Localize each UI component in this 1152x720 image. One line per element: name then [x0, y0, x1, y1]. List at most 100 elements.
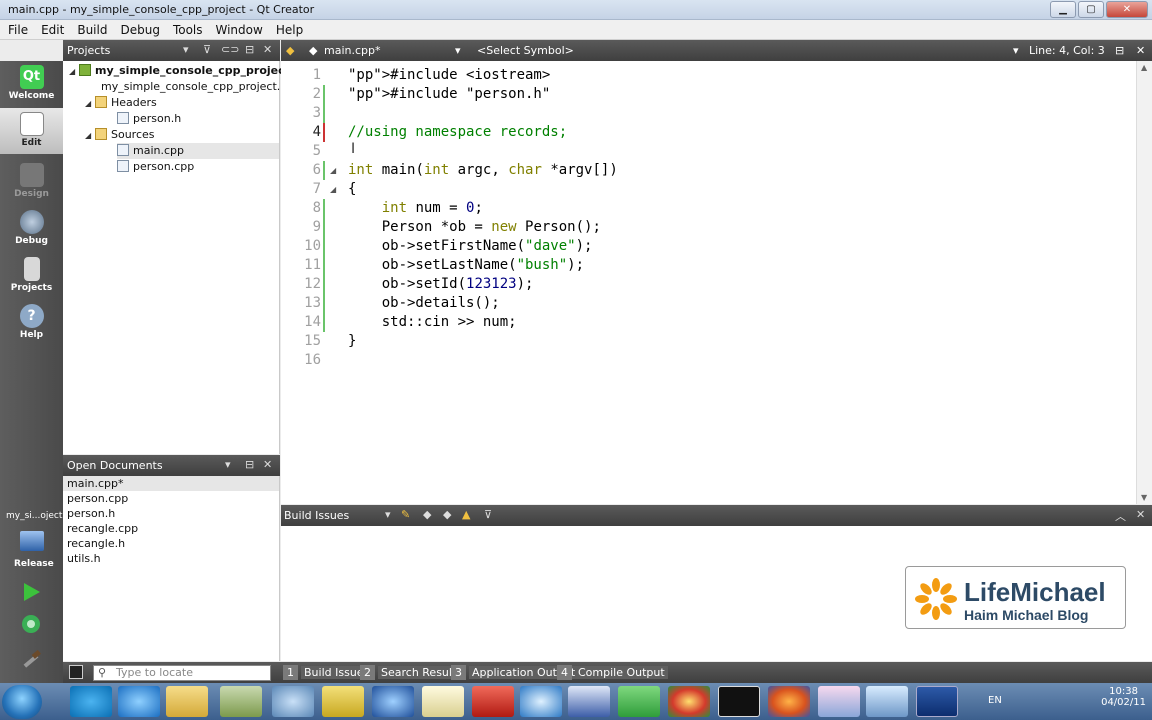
clear-issues-icon[interactable]: ✎	[401, 508, 410, 521]
code-line[interactable]: }	[348, 332, 356, 351]
maximize-pane-icon[interactable]: ︿	[1115, 508, 1126, 524]
code-line[interactable]: "pp">#include <iostream>	[348, 66, 550, 85]
collapse-arrow-icon[interactable]: ◢	[85, 128, 95, 144]
notepad-icon[interactable]	[422, 686, 464, 717]
run-button[interactable]	[20, 581, 42, 603]
filter-icon[interactable]: ⊽	[203, 43, 211, 56]
prev-issue-icon[interactable]: ◆	[423, 508, 431, 521]
symbol-selector[interactable]: <Select Symbol>	[477, 44, 574, 57]
tree-file-person-cpp[interactable]: person.cpp	[117, 159, 194, 175]
calculator-icon[interactable]	[220, 686, 262, 717]
scroll-down-icon[interactable]: ▼	[1141, 493, 1147, 502]
mode-welcome[interactable]: Qt Welcome	[0, 61, 63, 107]
collapse-arrow-icon[interactable]: ◢	[85, 96, 95, 112]
open-document-item[interactable]: main.cpp*	[63, 476, 279, 491]
split-icon[interactable]: ⊟	[1115, 44, 1124, 57]
toggle-sidebar-icon[interactable]	[69, 665, 83, 679]
filter-icon[interactable]: ⊽	[484, 508, 492, 521]
link-icon[interactable]: ⊂⊃	[221, 43, 239, 56]
scroll-up-icon[interactable]: ▲	[1141, 63, 1147, 72]
back-arrow-icon[interactable]: ◆	[286, 44, 294, 57]
skype-icon[interactable]	[70, 686, 112, 717]
sync-icon[interactable]	[272, 686, 314, 717]
menu-tools[interactable]: Tools	[173, 23, 203, 37]
fold-marker-icon[interactable]: ◢	[330, 185, 336, 194]
code-line[interactable]: int num = 0;	[348, 199, 483, 218]
open-document-item[interactable]: recangle.h	[63, 536, 279, 551]
paint-icon[interactable]	[818, 686, 860, 717]
chevron-down-icon[interactable]: ▾	[1013, 44, 1019, 57]
tab-build-issues[interactable]: 1 Build Issues	[283, 665, 373, 680]
mode-projects[interactable]: Projects	[0, 253, 63, 299]
open-document-item[interactable]: recangle.cpp	[63, 521, 279, 536]
firefox-icon[interactable]	[768, 686, 810, 717]
console-icon[interactable]	[718, 686, 760, 717]
locator-input[interactable]: ⚲ Type to locate	[93, 665, 271, 681]
collapse-arrow-icon[interactable]: ◢	[69, 64, 79, 80]
language-indicator[interactable]: EN	[988, 695, 1002, 706]
close-icon[interactable]: ✕	[1136, 44, 1145, 57]
code-editor[interactable]: 1 2 3 4 5 6 7 8 9 10 11 12 13 14 15 16 ◢ ◢ "pp">#include …	[281, 61, 1152, 504]
minimize-button[interactable]: ▁	[1050, 1, 1076, 18]
qt-creator-taskbar-icon[interactable]	[618, 686, 660, 717]
chrome-icon[interactable]	[668, 686, 710, 717]
build-button[interactable]	[20, 649, 42, 671]
code-line[interactable]: int main(int argc, char *argv[])	[348, 161, 618, 180]
tab-search-results[interactable]: 2 Search Results	[360, 665, 466, 680]
code-line[interactable]: {	[348, 180, 356, 199]
code-line[interactable]: ob->setId(123123);	[348, 275, 534, 294]
close-icon[interactable]: ✕	[1136, 508, 1145, 521]
code-line[interactable]: Person *ob = new Person();	[348, 218, 601, 237]
split-icon[interactable]: ⊟	[245, 43, 254, 56]
window-app-icon[interactable]	[866, 686, 908, 717]
warning-icon[interactable]: ▲	[462, 508, 470, 521]
menu-window[interactable]: Window	[216, 23, 263, 37]
code-line[interactable]: ob->setFirstName("dave");	[348, 237, 593, 256]
menu-file[interactable]: File	[8, 23, 28, 37]
file-explorer-icon[interactable]	[166, 686, 208, 717]
remote-app-icon[interactable]	[916, 686, 958, 717]
chevron-down-icon[interactable]: ▾	[183, 43, 189, 56]
menu-debug[interactable]: Debug	[120, 23, 159, 37]
code-line[interactable]: ob->setLastName("bush");	[348, 256, 584, 275]
open-document-item[interactable]: person.cpp	[63, 491, 279, 506]
fold-marker-icon[interactable]: ◢	[330, 166, 336, 175]
mode-design[interactable]: Design	[0, 159, 63, 205]
vertical-scrollbar[interactable]: ▲ ▼	[1136, 61, 1152, 504]
close-icon[interactable]: ✕	[263, 43, 272, 56]
internet-explorer-icon[interactable]	[118, 686, 160, 717]
code-line[interactable]: ob->details();	[348, 294, 500, 313]
close-icon[interactable]: ✕	[263, 458, 272, 471]
code-line[interactable]: //using namespace records;	[348, 123, 567, 142]
tree-folder-headers[interactable]: ◢ Headers	[85, 95, 157, 111]
close-button[interactable]: ✕	[1106, 1, 1148, 18]
tree-file-pro[interactable]: my_simple_console_cpp_project.pro	[101, 79, 298, 95]
bird-app-icon[interactable]	[322, 686, 364, 717]
media-player-icon[interactable]	[568, 686, 610, 717]
tree-file-main-cpp[interactable]: main.cpp	[117, 143, 279, 159]
open-document-item[interactable]: utils.h	[63, 551, 279, 566]
monitor-icon[interactable]	[20, 531, 44, 551]
menu-help[interactable]: Help	[276, 23, 303, 37]
build-config[interactable]: Release	[14, 559, 54, 569]
menu-build[interactable]: Build	[77, 23, 107, 37]
code-line[interactable]: "pp">#include "person.h"	[348, 85, 550, 104]
chevron-down-icon[interactable]: ▾	[455, 44, 461, 57]
start-button[interactable]	[2, 685, 42, 719]
chevron-down-icon[interactable]: ▾	[385, 508, 391, 521]
file-tab-selector[interactable]: main.cpp*	[324, 44, 381, 57]
itunes-icon[interactable]	[372, 686, 414, 717]
forward-arrow-icon[interactable]: ◆	[309, 44, 317, 57]
mode-debug[interactable]: Debug	[0, 206, 63, 252]
menu-edit[interactable]: Edit	[41, 23, 64, 37]
maximize-button[interactable]: ▢	[1078, 1, 1104, 18]
tree-folder-sources[interactable]: ◢ Sources	[85, 127, 155, 143]
safari-icon[interactable]	[520, 686, 562, 717]
debug-run-button[interactable]	[20, 613, 42, 635]
acrobat-icon[interactable]	[472, 686, 514, 717]
next-issue-icon[interactable]: ◆	[443, 508, 451, 521]
chevron-down-icon[interactable]: ▾	[225, 458, 231, 471]
tree-project-root[interactable]: ◢ my_simple_console_cpp_project	[69, 63, 290, 79]
system-clock[interactable]: 10:38 04/02/11	[1101, 686, 1146, 708]
open-document-item[interactable]: person.h	[63, 506, 279, 521]
